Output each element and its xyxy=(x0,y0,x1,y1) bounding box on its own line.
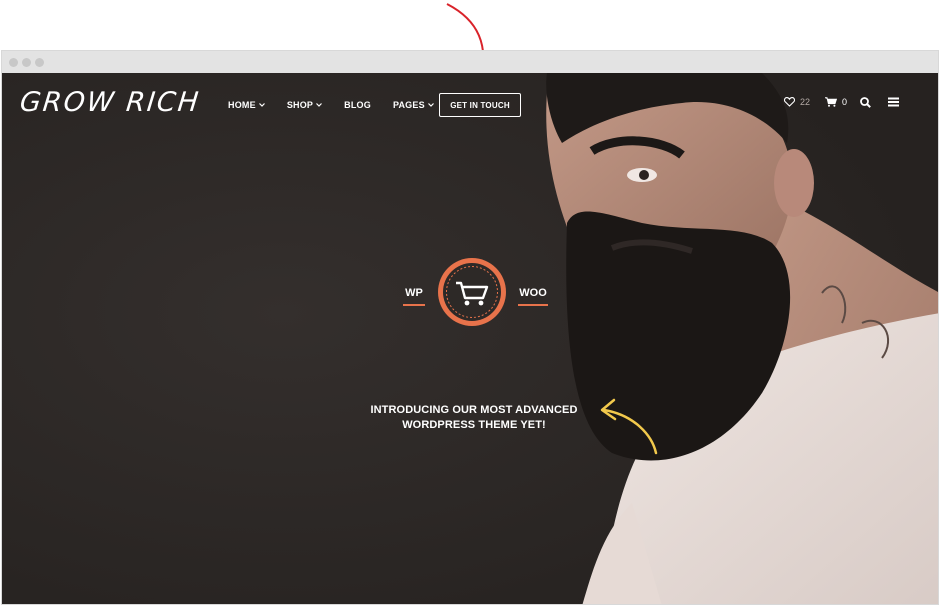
nav-item-home[interactable]: HOME xyxy=(228,100,265,110)
search-button[interactable] xyxy=(860,97,871,108)
window-dot-icon xyxy=(9,58,18,67)
wp-label: WP xyxy=(403,287,425,306)
browser-window: GROW RICH HOME SHOP BLOG PAGES GET IN TO… xyxy=(1,50,939,605)
nav-item-blog[interactable]: BLOG xyxy=(344,100,371,110)
tagline-line: WORDPRESS THEME YET! xyxy=(402,419,546,431)
menu-button[interactable] xyxy=(888,97,899,107)
window-dot-icon xyxy=(35,58,44,67)
shopping-cart-icon xyxy=(438,258,506,326)
chevron-down-icon xyxy=(316,103,323,107)
site-logo[interactable]: GROW RICH xyxy=(18,87,201,118)
chevron-down-icon xyxy=(427,103,434,107)
browser-toolbar xyxy=(2,51,938,73)
hero-portrait-image xyxy=(2,73,938,604)
heart-icon xyxy=(784,97,795,107)
main-navigation: HOME SHOP BLOG PAGES xyxy=(228,100,456,110)
chevron-down-icon xyxy=(258,103,265,107)
nav-item-label: BLOG xyxy=(344,100,371,110)
cart-button[interactable]: 0 xyxy=(825,97,847,107)
search-icon xyxy=(860,97,871,108)
hero-section: GROW RICH HOME SHOP BLOG PAGES GET IN TO… xyxy=(2,73,938,604)
woo-label: WOO xyxy=(518,287,548,306)
hero-tagline: INTRODUCING OUR MOST ADVANCED WORDPRESS … xyxy=(344,403,604,433)
curved-arrow-icon xyxy=(600,398,658,455)
nav-item-label: HOME xyxy=(228,100,256,110)
tagline-line: INTRODUCING OUR MOST ADVANCED xyxy=(370,404,578,416)
nav-item-label: SHOP xyxy=(286,100,314,110)
window-dot-icon xyxy=(22,58,31,67)
nav-item-label: PAGES xyxy=(392,100,425,110)
nav-item-shop[interactable]: SHOP xyxy=(286,100,323,110)
menu-icon xyxy=(888,97,899,107)
cart-icon xyxy=(825,97,837,107)
cart-count: 0 xyxy=(842,97,848,107)
wishlist-count: 22 xyxy=(800,97,811,107)
nav-item-pages[interactable]: PAGES xyxy=(393,100,434,110)
get-in-touch-button[interactable]: GET IN TOUCH xyxy=(439,93,521,117)
wishlist-button[interactable]: 22 xyxy=(784,97,810,107)
